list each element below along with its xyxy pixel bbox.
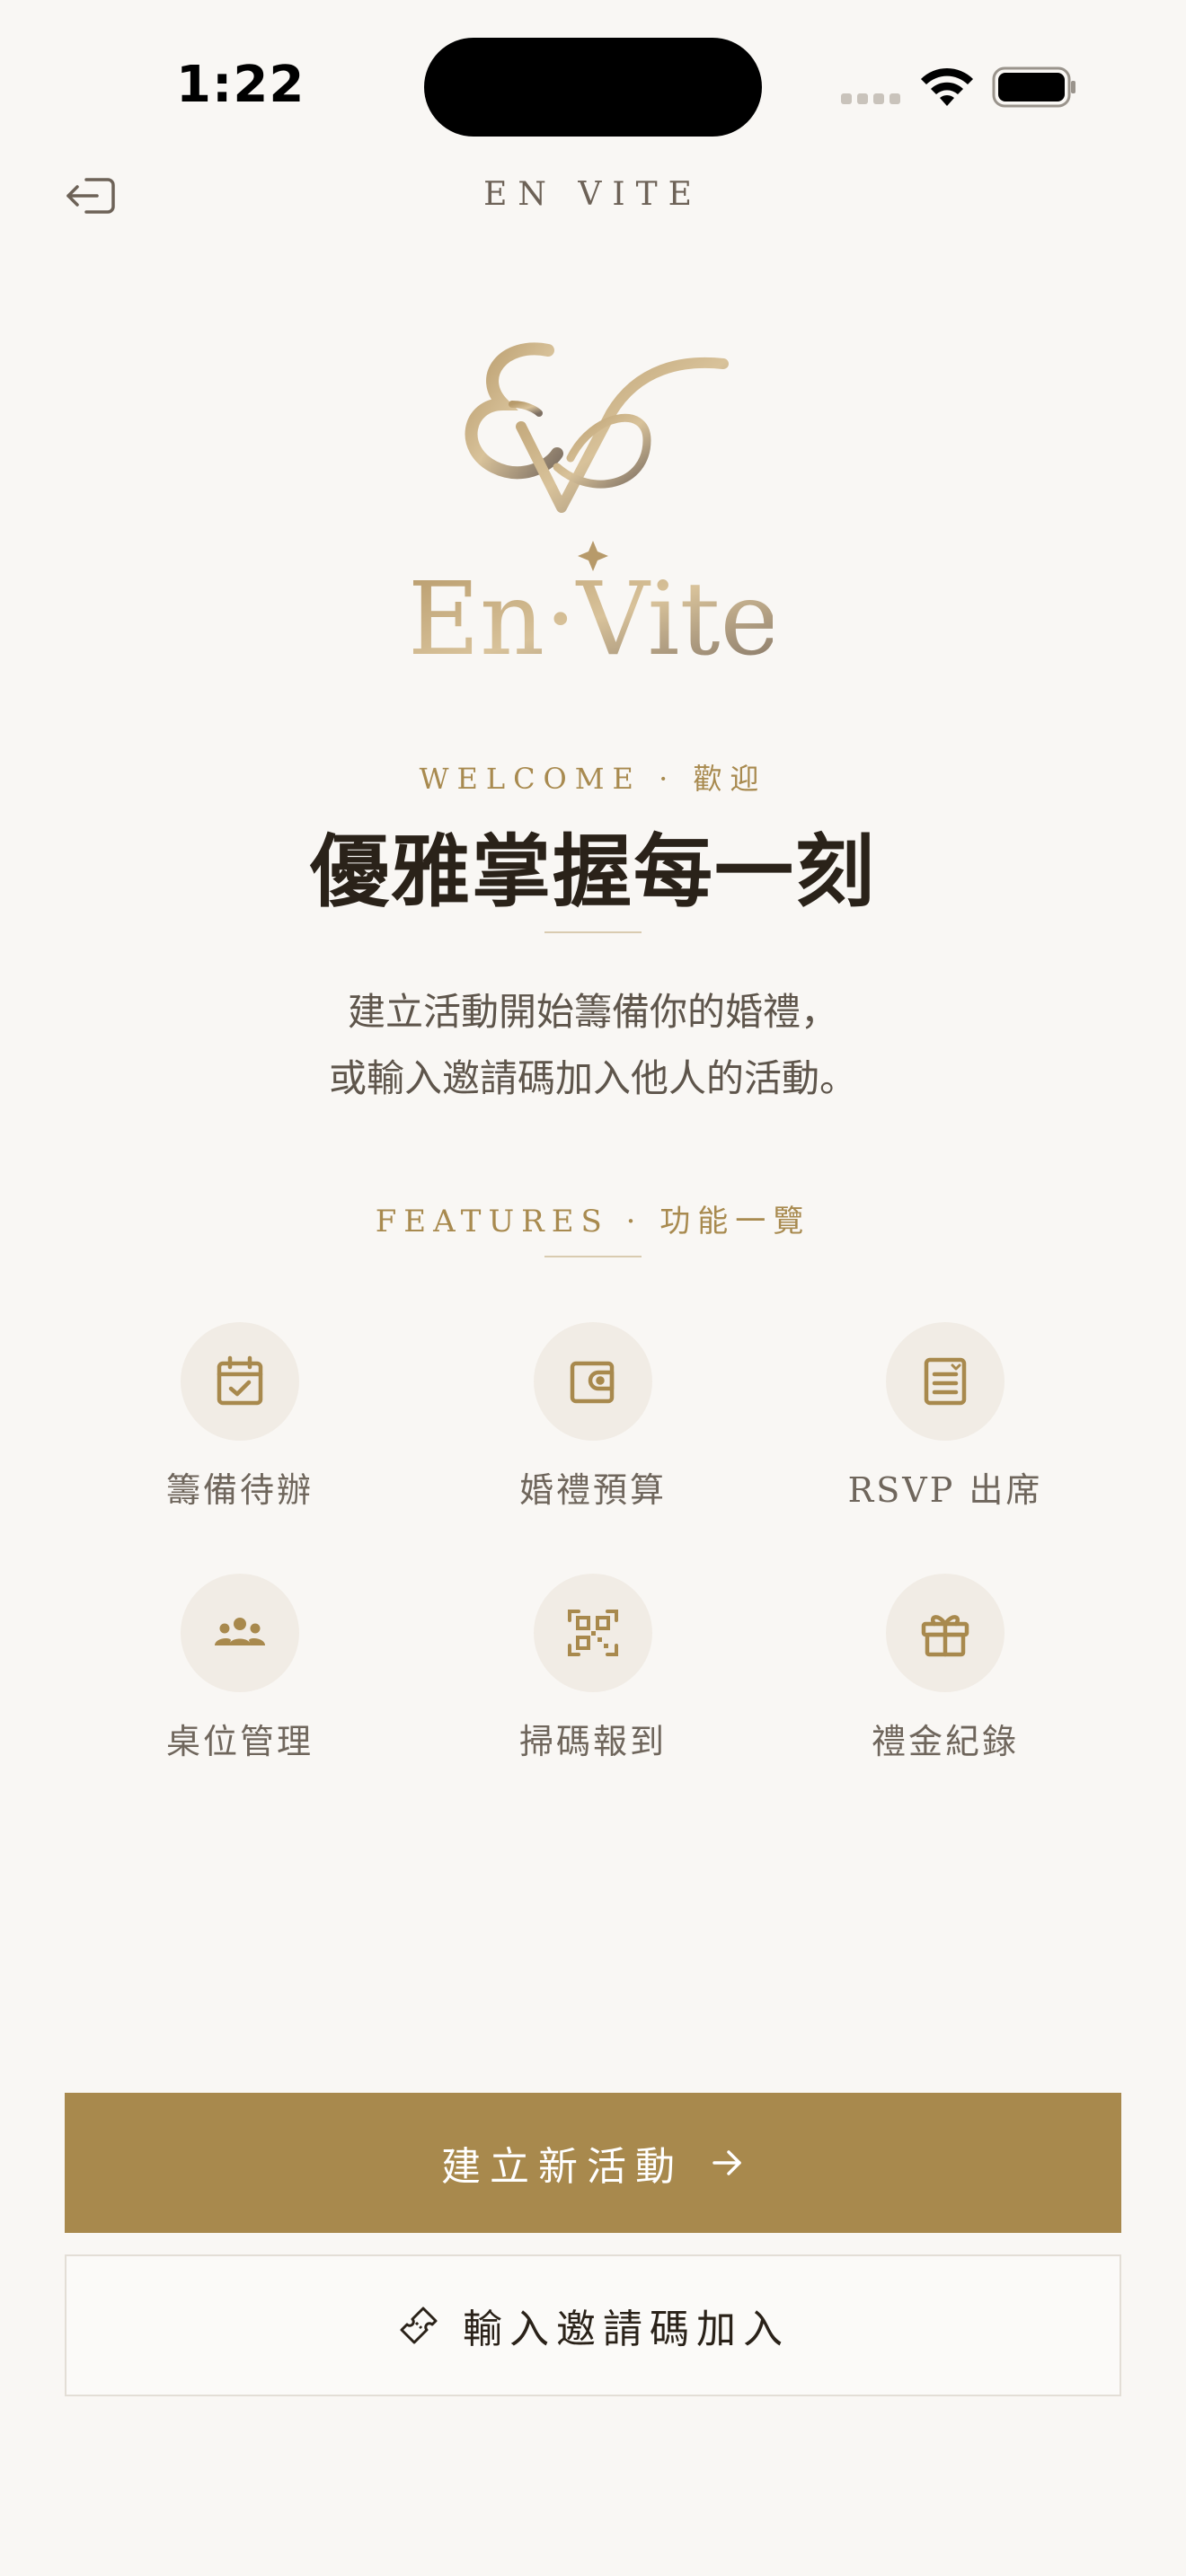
en-vite-logo: En·Vite: [413, 342, 773, 665]
feature-icon-circle: [181, 1322, 299, 1441]
qr-code-icon: [568, 1610, 618, 1656]
feature-checklist: 籌備待辦: [105, 1322, 375, 1512]
welcome-kicker: WELCOME · 歡迎: [419, 762, 767, 796]
feature-label: 桌位管理: [165, 1722, 314, 1761]
description-line-2: 或輸入邀請碼加入他人的活動。: [328, 1056, 857, 1100]
status-time: 1:22: [176, 56, 305, 114]
feature-icon-circle: [534, 1322, 652, 1441]
feature-budget: 婚禮預算: [458, 1322, 728, 1512]
features-kicker: FEATURES · 功能一覽: [375, 1204, 811, 1239]
feature-label: 籌備待辦: [165, 1470, 314, 1510]
battery-icon: [992, 66, 1075, 108]
divider: [544, 1256, 642, 1257]
feature-icon-circle: [886, 1574, 1005, 1692]
feature-label: RSVP 出席: [847, 1470, 1043, 1510]
create-event-label: 建立新活動: [441, 2144, 684, 2190]
feature-icon-circle: [181, 1574, 299, 1692]
feature-seating: 桌位管理: [105, 1574, 375, 1763]
join-with-code-label: 輸入邀請碼加入: [463, 2307, 790, 2352]
feature-label: 婚禮預算: [518, 1470, 667, 1510]
feature-label: 禮金紀錄: [871, 1722, 1019, 1761]
join-with-code-button[interactable]: 輸入邀請碼加入: [65, 2254, 1121, 2396]
arrow-right-icon: [712, 2150, 741, 2175]
feature-rsvp: RSVP 出席: [810, 1322, 1080, 1512]
feature-gift-money: 禮金紀錄: [810, 1574, 1080, 1763]
app-title: EN VITE: [483, 176, 703, 213]
cellular-signal-icon: [841, 93, 900, 104]
page-headline: 優雅掌握每一刻: [309, 825, 876, 918]
description-line-1: 建立活動開始籌備你的婚禮，: [347, 990, 838, 1034]
gift-icon: [921, 1615, 969, 1657]
create-event-button[interactable]: 建立新活動: [65, 2093, 1121, 2233]
calendar-check-icon: [217, 1355, 263, 1406]
dynamic-island: [424, 38, 762, 137]
group-icon: [215, 1618, 265, 1645]
list-icon: [924, 1357, 967, 1406]
welcome-description: 建立活動開始籌備你的婚禮， 或輸入邀請碼加入他人的活動。: [0, 979, 1186, 1112]
feature-icon-circle: [886, 1322, 1005, 1441]
ticket-icon: [400, 2307, 438, 2344]
feature-icon-circle: [534, 1574, 652, 1692]
feature-label: 掃碼報到: [518, 1722, 667, 1761]
logo-wordmark: En·Vite: [413, 561, 773, 665]
wallet-icon: [570, 1361, 615, 1404]
divider: [544, 931, 642, 933]
wifi-icon: [921, 67, 973, 106]
feature-checkin: 掃碼報到: [458, 1574, 728, 1763]
